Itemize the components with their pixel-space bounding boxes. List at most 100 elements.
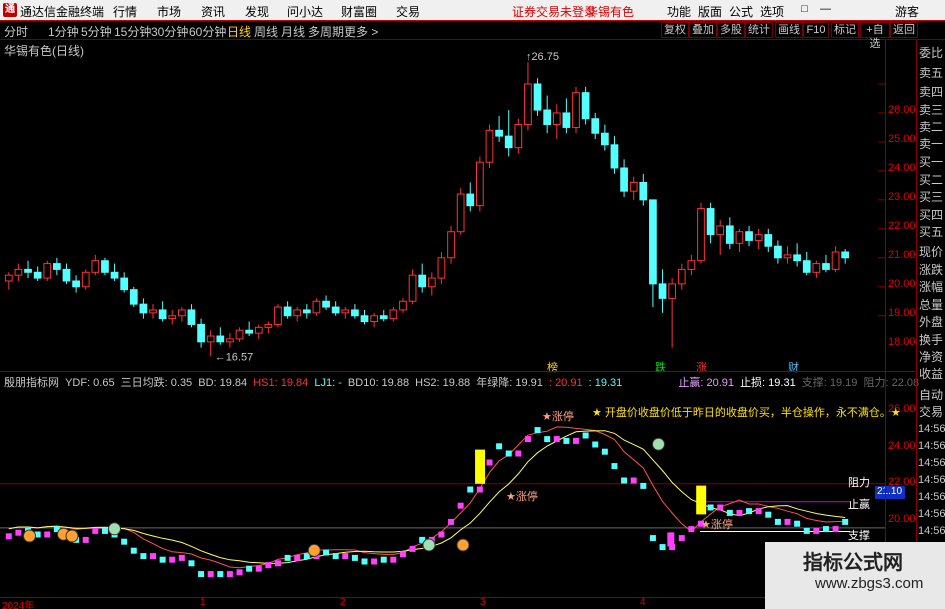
- candle[interactable]: [677, 263, 686, 290]
- candle[interactable]: [274, 304, 282, 328]
- rp-jiaoyi[interactable]: 交易: [919, 403, 943, 420]
- candle[interactable]: [168, 309, 177, 325]
- candle[interactable]: [533, 78, 542, 116]
- candle[interactable]: [524, 62, 532, 131]
- candle[interactable]: [24, 260, 32, 279]
- candle[interactable]: [600, 124, 609, 151]
- candle[interactable]: [120, 272, 129, 293]
- candle[interactable]: [476, 156, 484, 212]
- candle[interactable]: [610, 136, 619, 174]
- fuquan-button[interactable]: 复权: [661, 22, 689, 38]
- candle[interactable]: [72, 275, 80, 293]
- candle[interactable]: [341, 307, 350, 319]
- candle[interactable]: [101, 257, 109, 276]
- candle[interactable]: [53, 257, 61, 276]
- candle[interactable]: [687, 254, 696, 276]
- candle[interactable]: [379, 309, 388, 322]
- candle[interactable]: [389, 307, 398, 322]
- candle[interactable]: [447, 225, 455, 264]
- candle[interactable]: [81, 269, 90, 290]
- candle[interactable]: [725, 217, 734, 250]
- candle[interactable]: [235, 327, 244, 342]
- candle[interactable]: [360, 309, 369, 325]
- candle[interactable]: [408, 269, 417, 305]
- candle[interactable]: [370, 312, 378, 328]
- candle[interactable]: [14, 263, 23, 281]
- candle[interactable]: [351, 304, 359, 319]
- candle[interactable]: [91, 254, 100, 276]
- candle[interactable]: [4, 272, 13, 290]
- period-1min[interactable]: 1分钟: [48, 23, 79, 40]
- candle[interactable]: [735, 228, 744, 253]
- menu-gongshi[interactable]: 公式: [729, 3, 753, 20]
- huaxian-button[interactable]: 画线: [775, 22, 803, 38]
- candle[interactable]: [629, 176, 638, 200]
- candle[interactable]: [543, 95, 552, 134]
- user-label[interactable]: 游客: [895, 3, 919, 20]
- candle[interactable]: [514, 118, 523, 154]
- add-watchlist-button[interactable]: +自选: [860, 22, 890, 50]
- candle[interactable]: [110, 263, 119, 281]
- menu-faxian[interactable]: 发现: [245, 3, 269, 20]
- candle[interactable]: [639, 173, 648, 206]
- candle[interactable]: [620, 159, 628, 197]
- candle[interactable]: [552, 104, 561, 140]
- candle[interactable]: [33, 266, 42, 281]
- duogu-button[interactable]: 多股: [717, 22, 745, 38]
- candle[interactable]: [139, 298, 148, 319]
- candle[interactable]: [158, 301, 167, 322]
- menu-xuanxiang[interactable]: 选项: [760, 3, 784, 20]
- candle[interactable]: [649, 199, 657, 308]
- candle[interactable]: [322, 295, 330, 310]
- candle[interactable]: [504, 110, 513, 157]
- candle[interactable]: [312, 298, 321, 316]
- candle[interactable]: [581, 86, 590, 125]
- candle[interactable]: [706, 202, 715, 244]
- login-warning[interactable]: 证券交易未登录: [512, 3, 596, 20]
- candle[interactable]: [562, 98, 571, 134]
- menu-jiaoyi[interactable]: 交易: [396, 3, 420, 20]
- candle[interactable]: [485, 124, 494, 168]
- candle[interactable]: [841, 249, 850, 264]
- back-button[interactable]: 返回: [890, 22, 918, 38]
- candle[interactable]: [331, 301, 340, 316]
- period-60min[interactable]: 60分钟: [189, 23, 226, 40]
- candle[interactable]: [591, 112, 600, 140]
- period-more[interactable]: 更多 >: [344, 23, 378, 40]
- candle[interactable]: [149, 304, 157, 319]
- candle[interactable]: [197, 318, 205, 348]
- candle[interactable]: [177, 307, 186, 322]
- candle[interactable]: [495, 115, 503, 142]
- period-30min[interactable]: 30分钟: [151, 23, 188, 40]
- candle[interactable]: [658, 269, 667, 313]
- period-multi[interactable]: 多周期: [308, 23, 344, 40]
- candle[interactable]: [293, 307, 302, 322]
- candle[interactable]: [716, 220, 725, 255]
- candle[interactable]: [226, 333, 234, 348]
- rp-zidong[interactable]: 自动: [919, 386, 943, 403]
- candle[interactable]: [187, 304, 196, 328]
- period-daily[interactable]: 日线: [227, 23, 251, 40]
- period-15min[interactable]: 15分钟: [114, 23, 151, 40]
- candle[interactable]: [283, 301, 292, 319]
- candle[interactable]: [793, 243, 801, 267]
- candle[interactable]: [302, 304, 311, 319]
- menu-gongneng[interactable]: 功能: [667, 3, 691, 20]
- candle[interactable]: [697, 202, 705, 264]
- candle[interactable]: [812, 260, 821, 279]
- candle[interactable]: [437, 252, 446, 284]
- minimize-icon[interactable]: —: [818, 2, 833, 17]
- candle[interactable]: [264, 321, 273, 334]
- f10-button[interactable]: F10: [803, 22, 829, 38]
- window-restore-icon[interactable]: □: [797, 2, 812, 17]
- menu-zixun[interactable]: 资讯: [201, 3, 225, 20]
- biaoji-button[interactable]: 标记: [831, 22, 859, 38]
- candle[interactable]: [783, 246, 792, 264]
- candle[interactable]: [206, 330, 215, 357]
- menu-caifuquan[interactable]: 财富圈: [341, 3, 377, 20]
- candle[interactable]: [418, 263, 427, 293]
- period-monthly[interactable]: 月线: [281, 23, 305, 40]
- candle[interactable]: [43, 260, 52, 281]
- menu-banmian[interactable]: 版面: [698, 3, 722, 20]
- period-5min[interactable]: 5分钟: [81, 23, 112, 40]
